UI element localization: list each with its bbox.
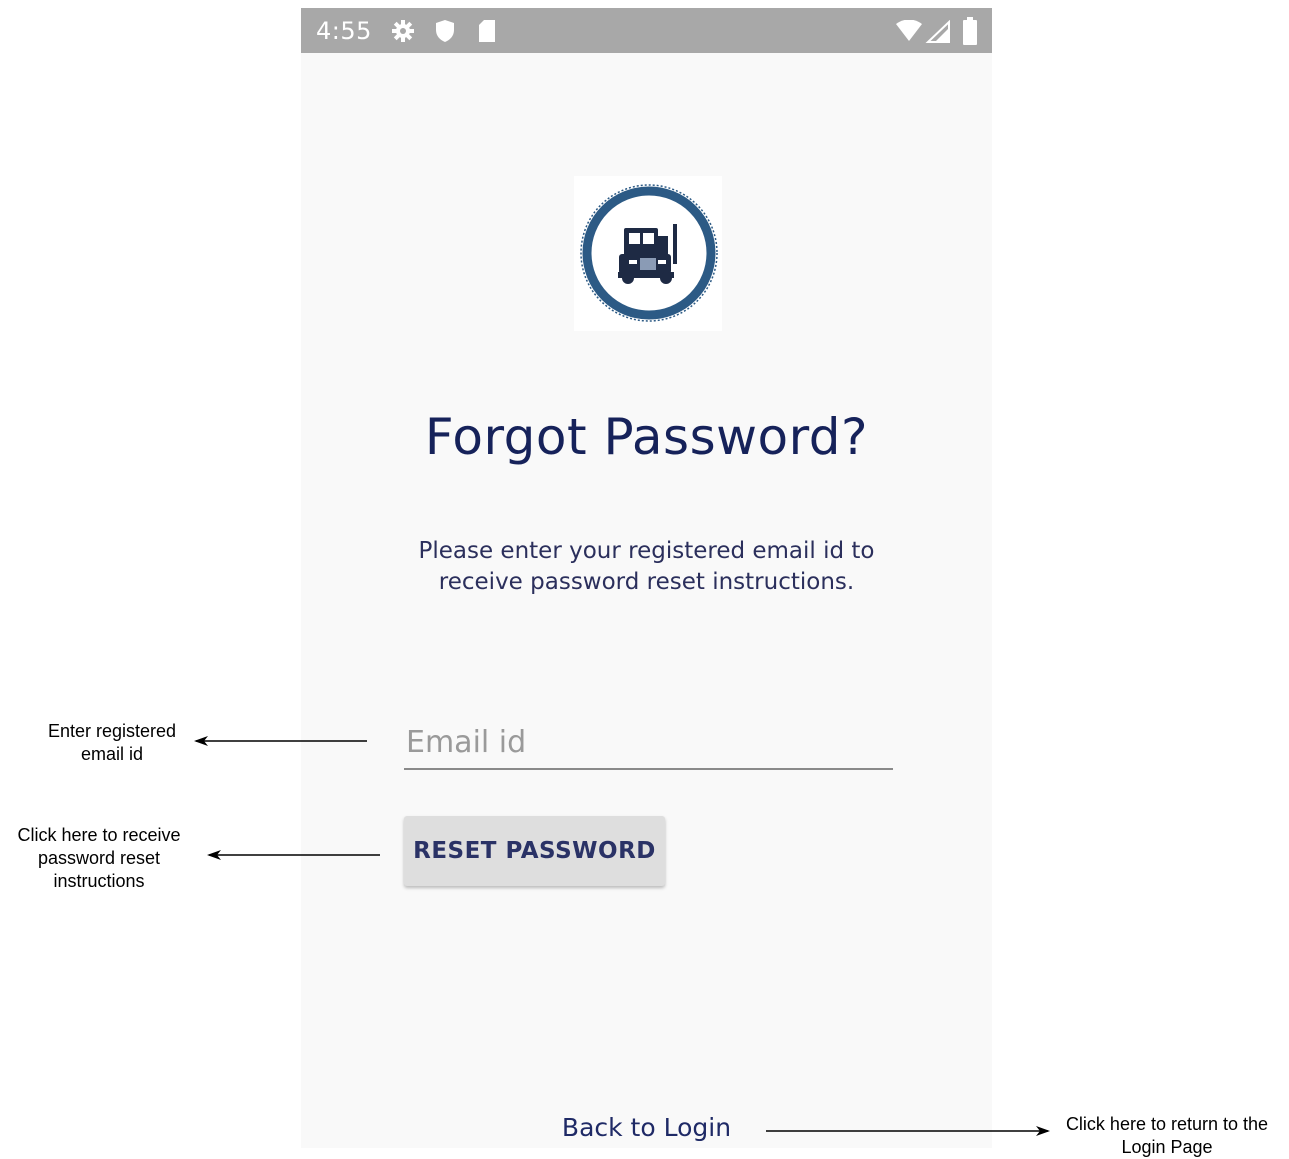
status-time: 4:55 xyxy=(316,17,372,45)
battery-icon xyxy=(963,17,977,45)
status-bar: 4:55 xyxy=(301,8,992,53)
instructions-text: Please enter your registered email id to… xyxy=(391,536,902,598)
email-field[interactable] xyxy=(404,716,893,770)
annotation-reset: Click here to receive password reset ins… xyxy=(4,824,194,893)
back-to-login-link[interactable]: Back to Login xyxy=(301,1113,992,1142)
annotation-back-line-2: Login Page xyxy=(1121,1137,1213,1157)
annotation-back: Click here to return to the Login Page xyxy=(1052,1113,1282,1159)
instructions-line-2: receive password reset instructions. xyxy=(438,569,855,595)
wifi-icon xyxy=(896,20,922,41)
annotation-reset-line-3: instructions xyxy=(53,871,145,891)
annotation-email-line-2: email id xyxy=(80,744,144,764)
annotation-email: Enter registered email id xyxy=(22,720,202,766)
annotation-email-line-1: Enter registered xyxy=(47,721,177,741)
shield-icon xyxy=(436,20,454,42)
annotation-back-line-1: Click here to return to the xyxy=(1065,1114,1269,1134)
signal-icon xyxy=(925,20,950,43)
gear-icon xyxy=(392,20,414,42)
app-logo xyxy=(574,176,722,331)
instructions-line-1: Please enter your registered email id to xyxy=(418,538,875,564)
page-title: Forgot Password? xyxy=(424,408,869,466)
annotation-reset-line-1: Click here to receive xyxy=(17,825,181,845)
truck-logo-icon xyxy=(580,184,718,322)
annotation-reset-line-2: password reset xyxy=(37,848,161,868)
phone-screen: 4:55 Forgot Password? Please enter your … xyxy=(301,8,992,1148)
reset-password-button[interactable]: RESET PASSWORD xyxy=(404,816,665,886)
sd-card-icon xyxy=(479,20,495,42)
